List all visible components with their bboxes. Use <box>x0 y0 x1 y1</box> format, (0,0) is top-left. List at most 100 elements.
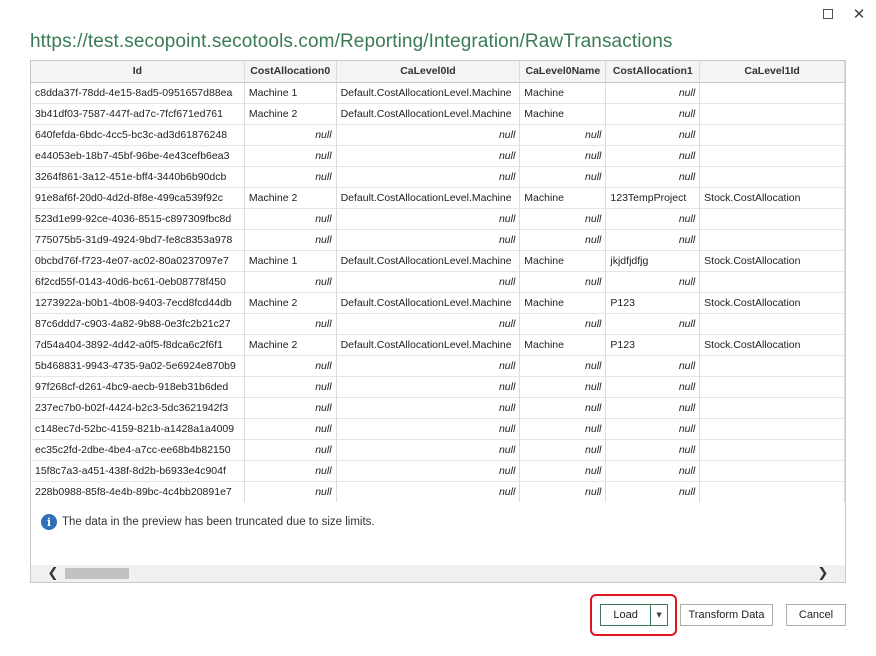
table-cell[interactable]: Stock.CostAllocation <box>699 334 845 356</box>
table-row[interactable]: 775075b5-31d9-4924-9bd7-fe8c8353a978 null… <box>31 229 845 251</box>
scrollbar-thumb[interactable] <box>65 568 129 579</box>
table-cell[interactable]: 1273922a-b0b1-4b08-9403-7ecd8fcd44db <box>31 292 245 314</box>
maximize-button[interactable] <box>820 6 836 22</box>
table-cell[interactable]: 6f2cd55f-0143-40d6-bc61-0eb08778f450 <box>31 271 245 293</box>
table-cell[interactable]: Machine 1 <box>244 250 337 272</box>
table-cell[interactable]: 640fefda-6bdc-4cc5-bc3c-ad3d61876248 <box>31 124 245 146</box>
column-header[interactable]: CostAllocation0 <box>244 61 337 83</box>
table-cell[interactable]: null <box>336 418 521 440</box>
table-cell[interactable]: null <box>336 313 521 335</box>
table-cell[interactable] <box>699 376 845 398</box>
table-row[interactable]: 523d1e99-92ce-4036-8515-c897309fbc8d null… <box>31 208 845 230</box>
table-cell[interactable]: Stock.CostAllocation <box>699 250 845 272</box>
table-cell[interactable]: null <box>605 145 701 167</box>
table-cell[interactable]: null <box>605 481 701 502</box>
table-cell[interactable]: null <box>244 313 337 335</box>
table-cell[interactable] <box>699 166 845 188</box>
table-cell[interactable]: null <box>336 271 521 293</box>
table-cell[interactable]: null <box>336 208 521 230</box>
table-row[interactable]: 7d54a404-3892-4d42-a0f5-f8dca6c2f6f1 Mach… <box>31 334 845 356</box>
table-row[interactable]: 91e8af6f-20d0-4d2d-8f8e-499ca539f92c Mach… <box>31 187 845 209</box>
table-cell[interactable]: null <box>244 355 337 377</box>
table-cell[interactable]: null <box>336 229 521 251</box>
table-cell[interactable]: Machine 2 <box>244 292 337 314</box>
table-cell[interactable]: Default.CostAllocationLevel.Machine <box>336 250 521 272</box>
table-cell[interactable]: null <box>336 439 521 461</box>
table-cell[interactable]: 7d54a404-3892-4d42-a0f5-f8dca6c2f6f1 <box>31 334 245 356</box>
table-cell[interactable]: null <box>605 82 701 104</box>
table-cell[interactable] <box>699 124 845 146</box>
table-row[interactable]: 640fefda-6bdc-4cc5-bc3c-ad3d61876248 null… <box>31 124 845 146</box>
load-split-button[interactable]: Load ▼ <box>600 604 668 626</box>
table-cell[interactable]: null <box>519 313 607 335</box>
table-cell[interactable]: null <box>519 376 607 398</box>
table-cell[interactable] <box>699 103 845 125</box>
table-row[interactable]: 6f2cd55f-0143-40d6-bc61-0eb08778f450 null… <box>31 271 845 293</box>
table-cell[interactable]: Machine <box>519 250 607 272</box>
table-cell[interactable]: null <box>336 460 521 482</box>
table-cell[interactable]: null <box>244 271 337 293</box>
table-cell[interactable]: 123TempProject <box>605 187 701 209</box>
column-header[interactable]: CaLevel1Id <box>699 61 845 83</box>
table-cell[interactable]: Machine <box>519 292 607 314</box>
table-cell[interactable]: Machine 2 <box>244 334 337 356</box>
load-dropdown-chevron-icon[interactable]: ▼ <box>650 605 667 625</box>
table-row[interactable]: c8dda37f-78dd-4e15-8ad5-0951657d88ea Mach… <box>31 82 845 104</box>
table-cell[interactable]: 228b0988-85f8-4e4b-89bc-4c4bb20891e7 <box>31 481 245 502</box>
table-cell[interactable]: 97f268cf-d261-4bc9-aecb-918eb31b6ded <box>31 376 245 398</box>
table-row[interactable]: 0bcbd76f-f723-4e07-ac02-80a0237097e7 Mach… <box>31 250 845 272</box>
table-cell[interactable]: null <box>605 418 701 440</box>
table-row[interactable]: 237ec7b0-b02f-4424-b2c3-5dc3621942f3 null… <box>31 397 845 419</box>
table-cell[interactable]: null <box>605 397 701 419</box>
table-cell[interactable]: null <box>519 481 607 502</box>
table-cell[interactable]: 15f8c7a3-a451-438f-8d2b-b6933e4c904f <box>31 460 245 482</box>
table-cell[interactable]: null <box>244 418 337 440</box>
table-row[interactable]: 228b0988-85f8-4e4b-89bc-4c4bb20891e7 null… <box>31 481 845 502</box>
table-cell[interactable] <box>699 271 845 293</box>
table-cell[interactable]: null <box>244 481 337 502</box>
close-button[interactable]: ✕ <box>851 5 867 23</box>
table-cell[interactable]: Machine <box>519 187 607 209</box>
table-cell[interactable]: null <box>519 460 607 482</box>
table-cell[interactable]: Stock.CostAllocation <box>699 187 845 209</box>
table-cell[interactable]: 775075b5-31d9-4924-9bd7-fe8c8353a978 <box>31 229 245 251</box>
table-cell[interactable]: null <box>605 229 701 251</box>
table-cell[interactable]: jkjdfjdfjg <box>605 250 701 272</box>
table-row[interactable]: 3264f861-3a12-451e-bff4-3440b6b90dcb null… <box>31 166 845 188</box>
table-row[interactable]: 97f268cf-d261-4bc9-aecb-918eb31b6ded null… <box>31 376 845 398</box>
table-cell[interactable]: 3264f861-3a12-451e-bff4-3440b6b90dcb <box>31 166 245 188</box>
table-cell[interactable]: null <box>605 103 701 125</box>
table-cell[interactable]: Default.CostAllocationLevel.Machine <box>336 82 521 104</box>
table-cell[interactable]: Machine 2 <box>244 187 337 209</box>
column-header[interactable]: CaLevel0Id <box>336 61 521 83</box>
table-cell[interactable] <box>699 313 845 335</box>
table-cell[interactable] <box>699 229 845 251</box>
table-cell[interactable]: null <box>519 418 607 440</box>
table-cell[interactable]: Machine <box>519 82 607 104</box>
table-cell[interactable]: Default.CostAllocationLevel.Machine <box>336 187 521 209</box>
table-cell[interactable]: null <box>519 439 607 461</box>
table-cell[interactable]: Default.CostAllocationLevel.Machine <box>336 103 521 125</box>
table-cell[interactable]: null <box>336 397 521 419</box>
load-button[interactable]: Load <box>601 609 650 621</box>
table-cell[interactable]: null <box>605 313 701 335</box>
table-cell[interactable]: null <box>336 145 521 167</box>
table-cell[interactable] <box>699 418 845 440</box>
table-row[interactable]: 1273922a-b0b1-4b08-9403-7ecd8fcd44db Mach… <box>31 292 845 314</box>
transform-data-button[interactable]: Transform Data <box>680 604 773 626</box>
table-cell[interactable]: Default.CostAllocationLevel.Machine <box>336 292 521 314</box>
table-cell[interactable]: ec35c2fd-2dbe-4be4-a7cc-ee68b4b82150 <box>31 439 245 461</box>
table-cell[interactable]: null <box>244 208 337 230</box>
table-cell[interactable]: Machine 1 <box>244 82 337 104</box>
table-cell[interactable]: Machine 2 <box>244 103 337 125</box>
table-cell[interactable]: null <box>519 124 607 146</box>
horizontal-scrollbar[interactable]: ❮ ❯ <box>31 565 845 582</box>
table-cell[interactable]: 237ec7b0-b02f-4424-b2c3-5dc3621942f3 <box>31 397 245 419</box>
table-cell[interactable]: null <box>336 376 521 398</box>
scroll-left-arrow-icon[interactable]: ❮ <box>45 565 61 582</box>
table-cell[interactable] <box>699 355 845 377</box>
table-row[interactable]: ec35c2fd-2dbe-4be4-a7cc-ee68b4b82150 null… <box>31 439 845 461</box>
table-cell[interactable]: 87c6ddd7-c903-4a82-9b88-0e3fc2b21c27 <box>31 313 245 335</box>
table-cell[interactable]: null <box>605 271 701 293</box>
table-cell[interactable] <box>699 145 845 167</box>
